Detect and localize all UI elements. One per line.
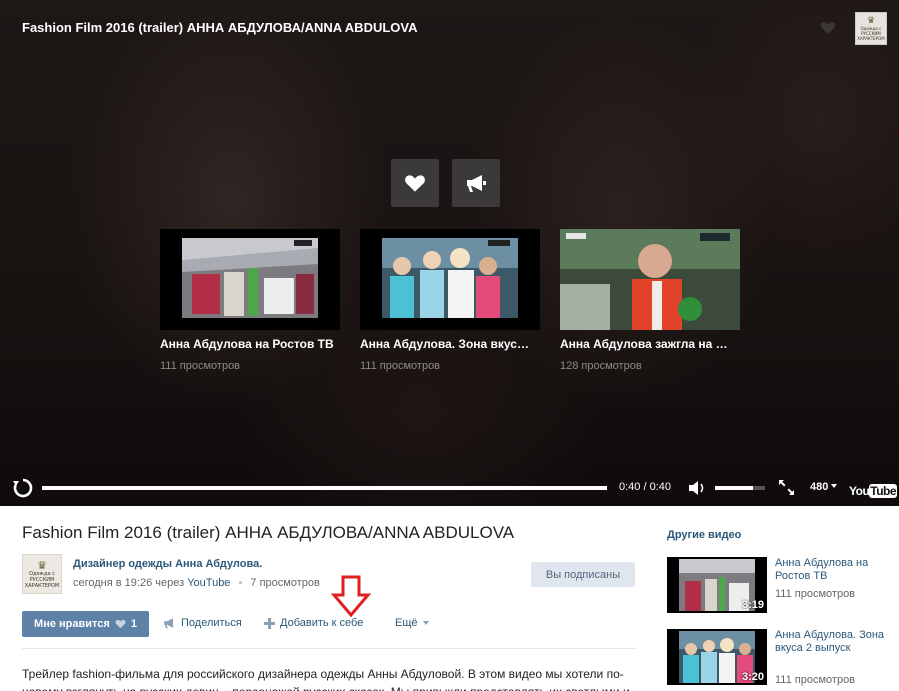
heart-icon xyxy=(405,174,425,192)
video-thumbnail xyxy=(160,229,340,330)
other-video-item[interactable]: 3:20 Анна Абдулова. Зона вкуса 2 выпуск … xyxy=(667,629,889,691)
chevron-down-icon xyxy=(422,621,429,625)
crown-icon: ♛ xyxy=(866,15,876,26)
player-controls: 0:40 / 0:40 480 YouTube xyxy=(0,474,899,506)
time-display: 0:40 / 0:40 xyxy=(619,481,671,493)
youtube-logo[interactable]: YouTube xyxy=(849,480,898,498)
video-thumbnail xyxy=(360,229,540,330)
video-thumbnail xyxy=(560,229,740,330)
player-title[interactable]: Fashion Film 2016 (trailer) АННА АБДУЛОВ… xyxy=(22,20,418,35)
thumbnail-image xyxy=(382,238,518,318)
video-thumbnail: 3:20 xyxy=(667,629,767,685)
video-title: Fashion Film 2016 (trailer) АННА АБДУЛОВ… xyxy=(22,523,515,542)
like-label: Мне нравится xyxy=(34,618,110,630)
video-duration: 3:19 xyxy=(741,599,764,611)
suggested-video-views: 111 просмотров xyxy=(160,360,241,372)
share-button[interactable]: Поделиться xyxy=(163,617,242,629)
source-link[interactable]: YouTube xyxy=(187,577,230,589)
other-video-title[interactable]: Анна Абдулова на Ростов ТВ xyxy=(775,557,885,583)
like-button[interactable]: Мне нравится 1 xyxy=(22,611,149,637)
divider xyxy=(22,648,636,649)
suggested-video[interactable]: Анна Абдулова. Зона вкус… 111 просмотров xyxy=(360,229,540,372)
suggested-video-views: 128 просмотров xyxy=(560,360,642,372)
player-like-button[interactable] xyxy=(391,159,439,207)
video-duration: 3:20 xyxy=(741,671,764,683)
other-video-item[interactable]: 3:19 Анна Абдулова на Ростов ТВ 111 прос… xyxy=(667,557,889,617)
other-videos-heading: Другие видео xyxy=(667,529,742,541)
other-video-views: 111 просмотров xyxy=(775,674,856,686)
thumbnail-image xyxy=(560,229,740,330)
author-name-link[interactable]: Дизайнер одежды Анна Абдулова. xyxy=(73,558,262,570)
video-player[interactable]: Fashion Film 2016 (trailer) АННА АБДУЛОВ… xyxy=(0,0,899,506)
video-thumbnail: 3:19 xyxy=(667,557,767,613)
youtube-logo-you: You xyxy=(849,484,870,498)
youtube-logo-tube: Tube xyxy=(869,484,898,498)
suggested-video-title: Анна Абдулова зажгла на … xyxy=(560,337,728,351)
fullscreen-icon[interactable] xyxy=(778,479,795,496)
add-to-mine-button[interactable]: Добавить к себе xyxy=(264,617,363,629)
author-avatar[interactable]: ♛ Одежда с РУССКИМ ХАРАКТЕРОМ xyxy=(22,554,62,594)
logo-text: ХАРАКТЕРОМ xyxy=(857,35,885,41)
suggested-video-views: 111 просмотров xyxy=(360,360,441,372)
volume-icon[interactable] xyxy=(688,480,708,496)
separator-dot: • xyxy=(238,577,243,589)
avatar-text: ХАРАКТЕРОМ xyxy=(24,582,60,589)
volume-slider[interactable] xyxy=(715,486,765,490)
heart-icon xyxy=(115,619,126,629)
thumbnail-image xyxy=(182,238,318,318)
share-label: Поделиться xyxy=(181,617,242,629)
suggested-video-title: Анна Абдулова. Зона вкус… xyxy=(360,337,529,351)
like-count: 1 xyxy=(130,618,137,630)
video-description: Трейлер fashion-фильма для российского д… xyxy=(22,667,630,691)
channel-logo[interactable]: ♛ Одежда с РУССКИМ ХАРАКТЕРОМ xyxy=(855,12,887,45)
more-menu-button[interactable]: Ещё xyxy=(395,617,429,629)
suggested-video[interactable]: Анна Абдулова зажгла на … 128 просмотров xyxy=(560,229,740,372)
video-meta: сегодня в 19:26 через YouTube • 7 просмо… xyxy=(73,577,320,589)
arrow-down-icon xyxy=(331,575,371,617)
upload-date: сегодня в 19:26 через xyxy=(73,577,185,589)
quality-selector[interactable]: 480 xyxy=(810,481,837,493)
player-share-button[interactable] xyxy=(452,159,500,207)
plus-icon xyxy=(264,617,275,629)
suggested-video[interactable]: Анна Абдулова на Ростов ТВ 111 просмотро… xyxy=(160,229,340,372)
more-label: Ещё xyxy=(395,617,418,629)
megaphone-icon xyxy=(467,175,486,192)
view-count: 7 просмотров xyxy=(250,577,320,589)
megaphone-icon xyxy=(164,618,174,629)
add-label: Добавить к себе xyxy=(280,617,364,629)
subscribed-button[interactable]: Вы подписаны xyxy=(531,562,635,587)
replay-icon[interactable] xyxy=(12,477,34,499)
suggested-video-title: Анна Абдулова на Ростов ТВ xyxy=(160,337,334,351)
other-video-title[interactable]: Анна Абдулова. Зона вкуса 2 выпуск xyxy=(775,629,885,655)
other-video-views: 111 просмотров xyxy=(775,588,856,600)
progress-bar[interactable] xyxy=(42,486,607,490)
crown-icon: ♛ xyxy=(37,558,47,572)
heart-icon[interactable] xyxy=(820,21,836,35)
volume-level xyxy=(715,486,753,490)
